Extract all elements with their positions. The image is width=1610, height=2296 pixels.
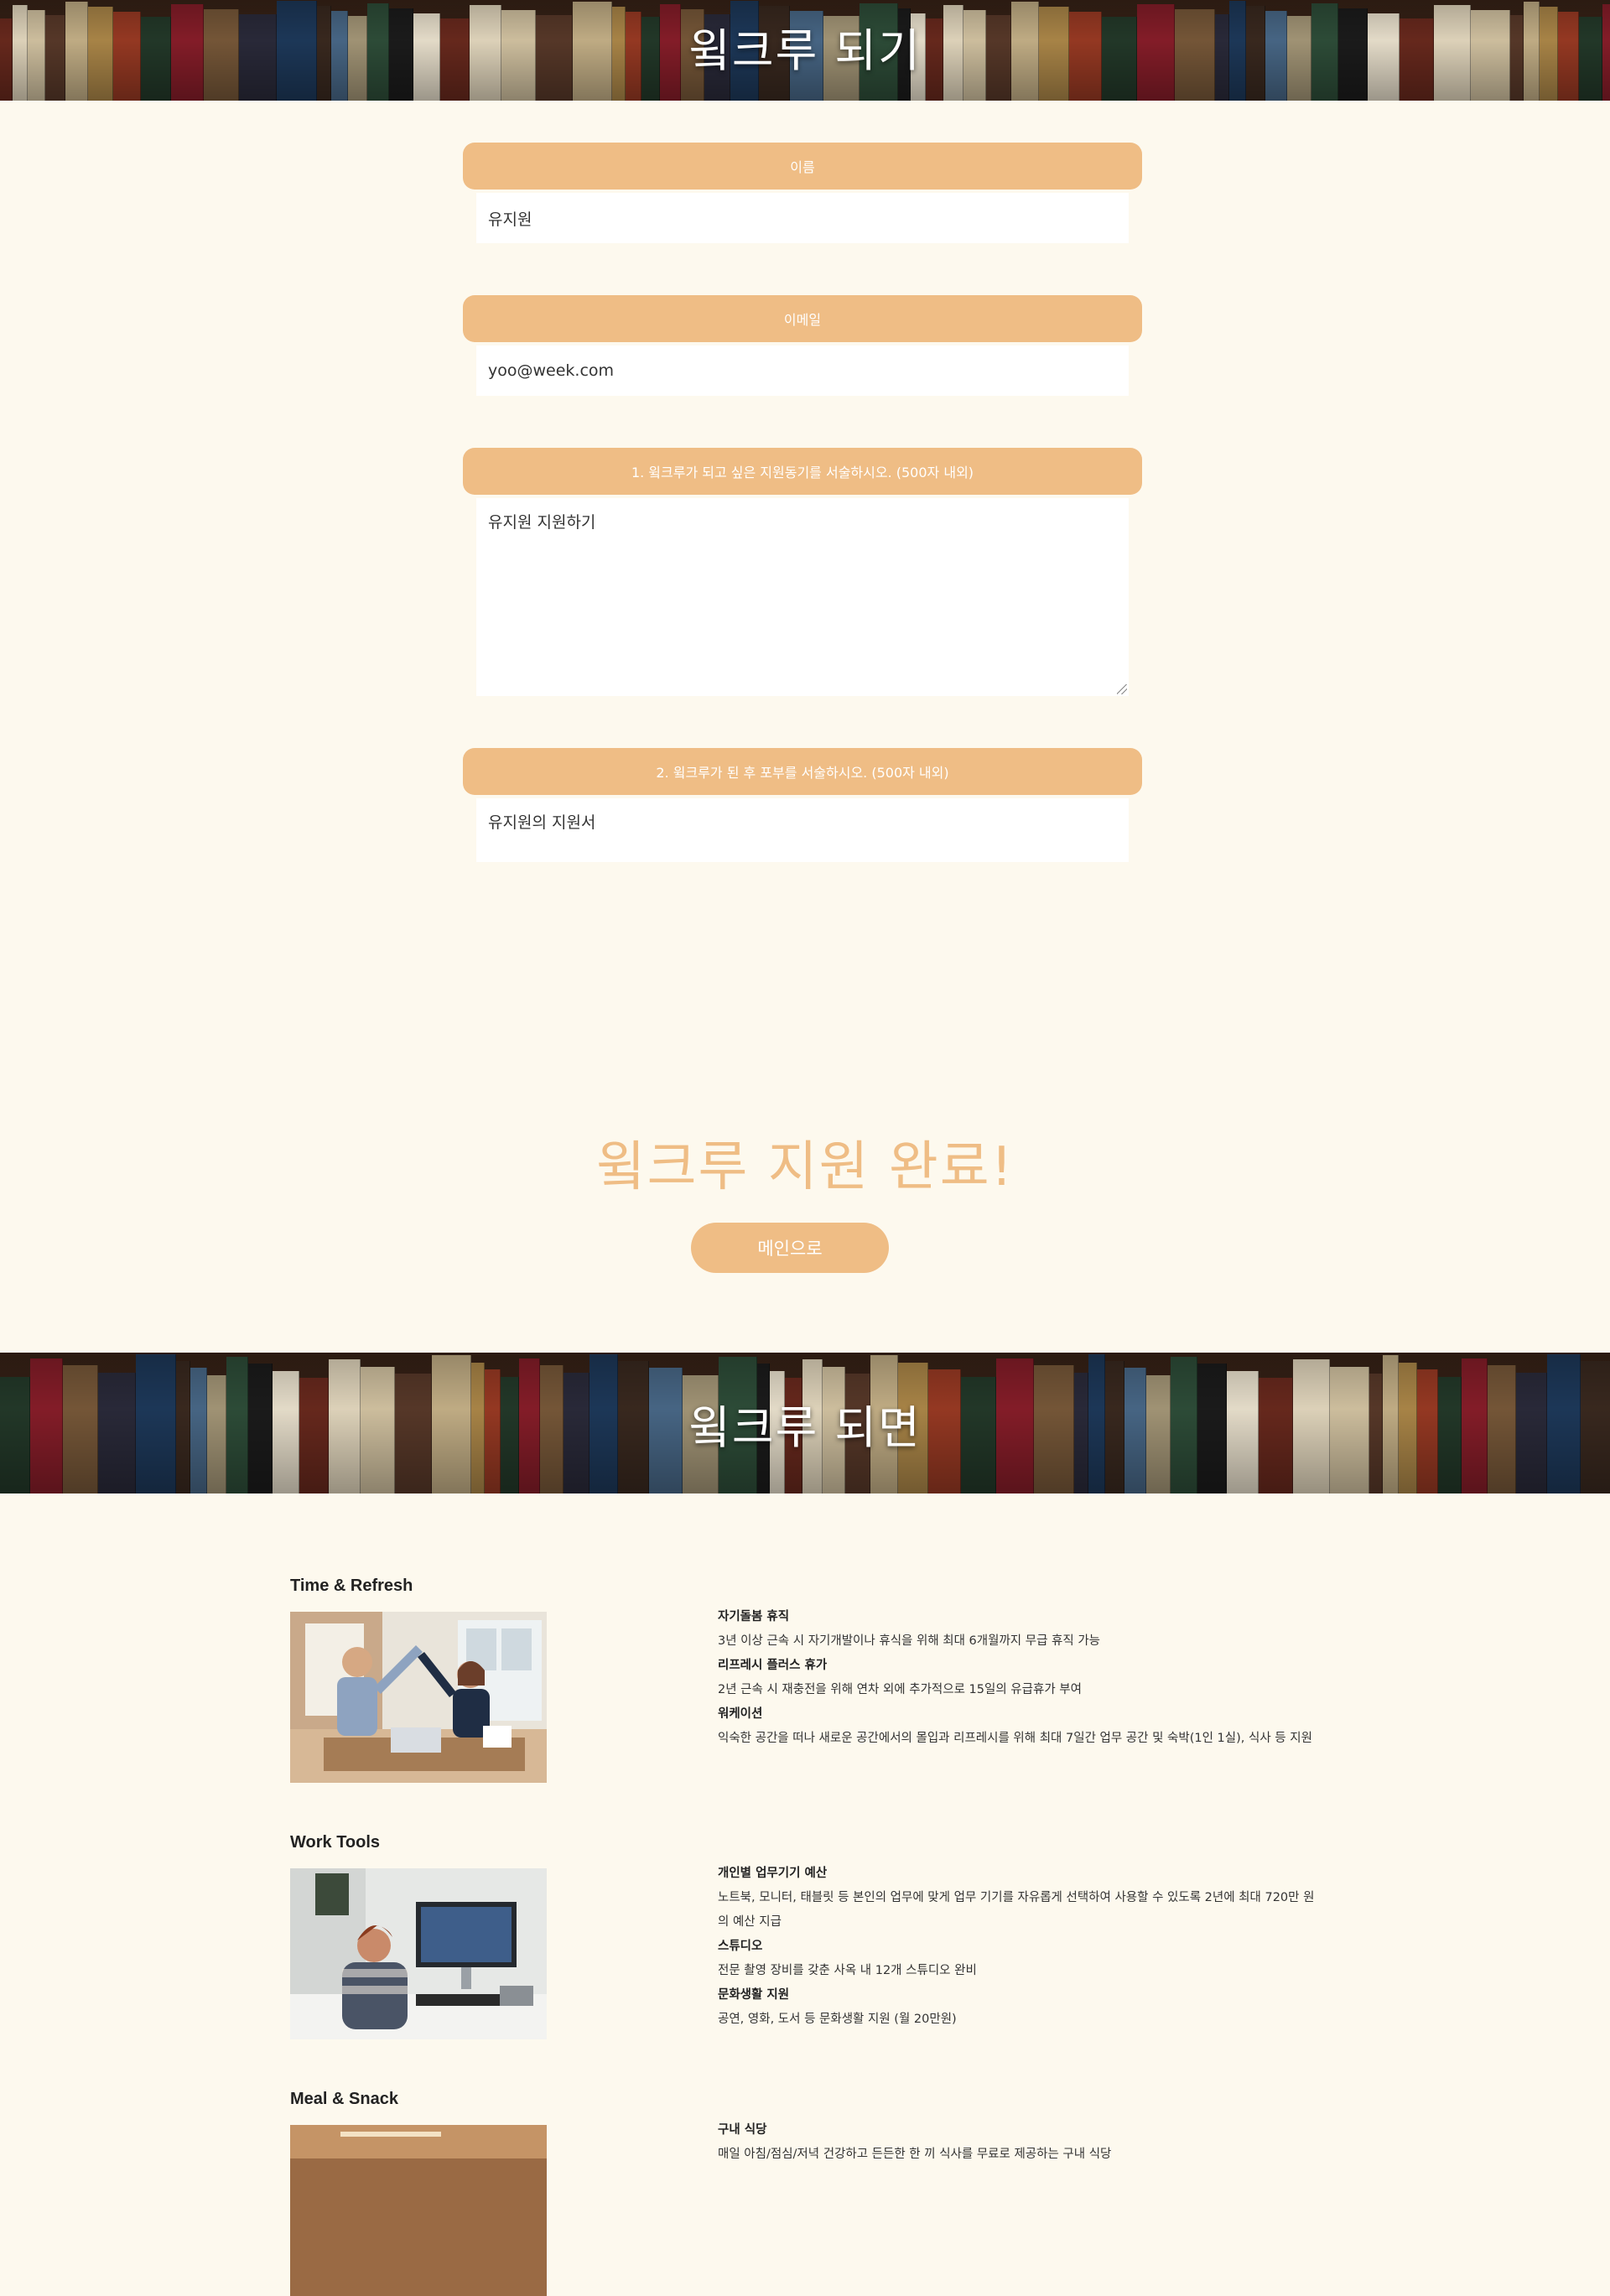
completion-title: 윜크루 지원 완료! [595, 1136, 1015, 1198]
benefit-item-desc: 전문 촬영 장비를 갖춘 사옥 내 12개 스튜디오 완비 [718, 1964, 977, 1977]
name-label: 이름 [463, 143, 1142, 190]
benefit-item-desc: 익숙한 공간을 떠나 새로운 공간에서의 몰입과 리프레시를 위해 최대 7일간… [718, 1732, 1312, 1745]
benefit-item-desc: 노트북, 모니터, 태블릿 등 본인의 업무에 맞게 업무 기기를 자유롭게 선… [718, 1891, 1315, 1929]
benefit-item-desc: 3년 이상 근속 시 자기개발이나 휴식을 위해 최대 6개월까지 무급 휴직 … [718, 1634, 1101, 1648]
email-label: 이메일 [463, 295, 1142, 342]
benefits-title: 윜크루 되면 [688, 1400, 922, 1454]
header-banner: 윜크루 되기 [0, 0, 1610, 101]
motivation-field-group: 1. 윜크루가 되고 싶은 지원동기를 서술하시오. (500자 내외) 유지원… [463, 448, 1142, 696]
resize-grip-icon[interactable] [1117, 684, 1127, 694]
desk-worker-photo [290, 1868, 547, 2039]
name-input[interactable]: 유지원 [476, 193, 1129, 243]
benefit-heading: Meal & Snack [290, 2090, 398, 2108]
benefit-meal-snack: Meal & Snack 구내 식당 매일 아침/점심/저녁 건강하고 든든한 … [290, 2090, 1322, 2296]
benefit-item-desc: 공연, 영화, 도서 등 문화생활 지원 (월 20만원) [718, 2013, 957, 2026]
motivation-label: 1. 윜크루가 되고 싶은 지원동기를 서술하시오. (500자 내외) [463, 448, 1142, 495]
benefit-item-title: 워케이션 [718, 1707, 763, 1721]
benefit-item-title: 리프레시 플러스 휴가 [718, 1659, 828, 1672]
aspiration-textarea[interactable]: 유지원의 지원서 [476, 798, 1129, 862]
benefit-heading: Work Tools [290, 1833, 381, 1852]
motivation-text: 유지원 지원하기 [488, 513, 596, 532]
benefit-item-title: 구내 식당 [718, 2123, 767, 2137]
name-field-group: 이름 유지원 [463, 143, 1142, 243]
benefit-item-title: 스튜디오 [718, 1940, 763, 1953]
motivation-textarea[interactable]: 유지원 지원하기 [476, 498, 1129, 696]
benefit-item-title: 문화생활 지원 [718, 1988, 790, 2002]
benefit-heading: Time & Refresh [290, 1577, 413, 1595]
completion-section: 윜크루 지원 완료! 메인으로 [0, 1124, 1610, 1273]
aspiration-text: 유지원의 지원서 [488, 813, 596, 832]
office-high-five-photo [290, 1612, 547, 1783]
benefit-work-tools: Work Tools 개인별 업무기기 예산 노트북, 모니터, 태블릿 등 본… [290, 1833, 1322, 2039]
benefit-item-desc: 2년 근속 시 재충전을 위해 연차 외에 추가적으로 15일의 유급휴가 부여 [718, 1683, 1082, 1696]
cafeteria-photo [290, 2125, 547, 2296]
benefit-item-title: 개인별 업무기기 예산 [718, 1867, 828, 1880]
aspiration-label: 2. 윜크루가 된 후 포부를 서술하시오. (500자 내외) [463, 748, 1142, 795]
go-main-button[interactable]: 메인으로 [691, 1223, 889, 1273]
email-input[interactable]: yoo@week.com [476, 345, 1129, 396]
benefit-details: 개인별 업무기기 예산 노트북, 모니터, 태블릿 등 본인의 업무에 맞게 업… [718, 1862, 1322, 2032]
benefit-details: 구내 식당 매일 아침/점심/저녁 건강하고 든든한 한 끼 식사를 무료로 제… [718, 2118, 1322, 2167]
benefits-banner: 윜크루 되면 [0, 1353, 1610, 1493]
page-title: 윜크루 되기 [688, 23, 922, 77]
benefit-details: 자기돌봄 휴직 3년 이상 근속 시 자기개발이나 휴식을 위해 최대 6개월까… [718, 1605, 1322, 1751]
benefit-item-title: 자기돌봄 휴직 [718, 1610, 790, 1623]
application-form: 이름 유지원 이메일 yoo@week.com 1. 윜크루가 되고 싶은 지원… [463, 143, 1142, 914]
benefit-time-refresh: Time & Refresh 자기돌봄 휴직 3년 이상 근속 시 자기개발이나… [290, 1577, 1322, 1783]
aspiration-field-group: 2. 윜크루가 된 후 포부를 서술하시오. (500자 내외) 유지원의 지원… [463, 748, 1142, 862]
email-field-group: 이메일 yoo@week.com [463, 295, 1142, 396]
